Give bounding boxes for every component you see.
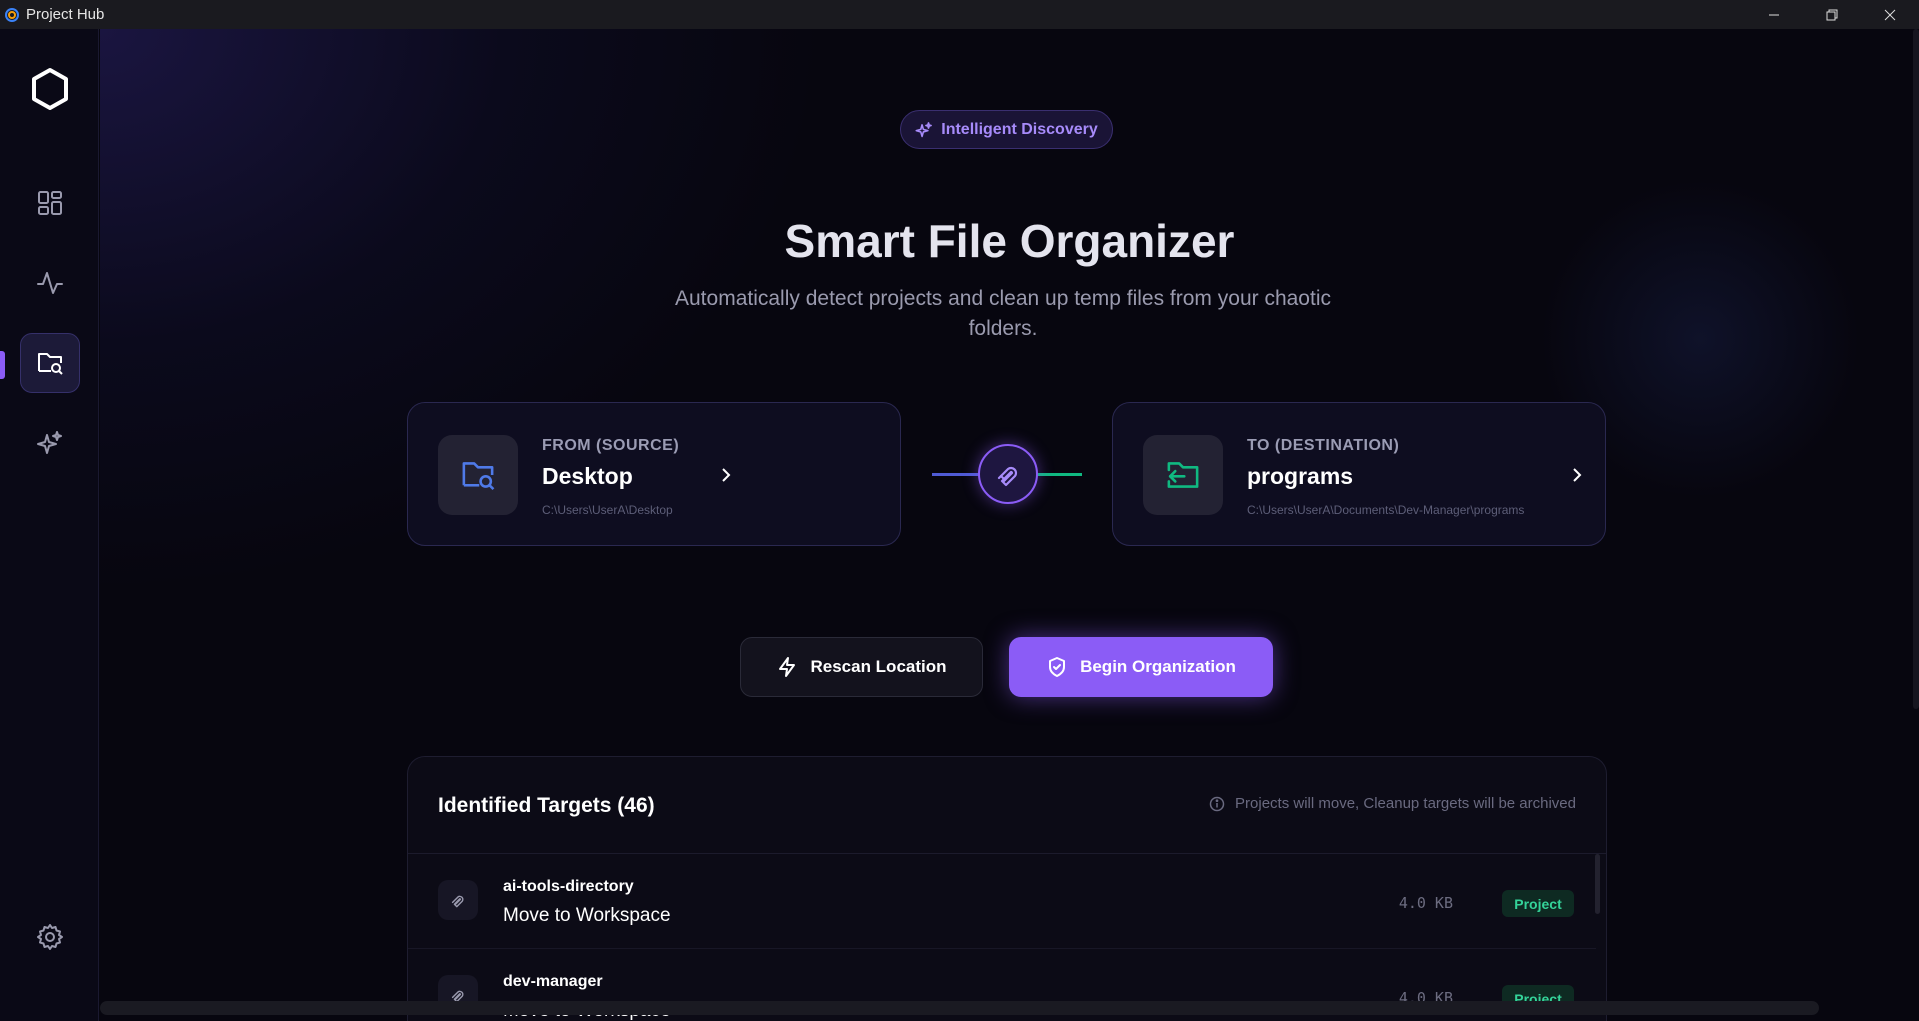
intelligent-discovery-badge: Intelligent Discovery	[900, 110, 1113, 149]
targets-note: Projects will move, Cleanup targets will…	[1209, 795, 1576, 812]
destination-folder-name: programs	[1247, 463, 1354, 489]
hexagon-logo-icon[interactable]	[30, 67, 70, 111]
page-title: Smart File Organizer	[784, 215, 1235, 267]
shield-check-icon	[1049, 657, 1066, 677]
restore-icon	[1826, 9, 1838, 20]
app-icon	[5, 7, 19, 22]
dashboard-grid-icon	[38, 191, 62, 215]
rescan-location-button[interactable]: Rescan Location	[740, 637, 983, 697]
activity-pulse-icon	[37, 272, 63, 294]
rescan-label: Rescan Location	[810, 657, 947, 676]
targets-list: ai-tools-directory Move to Workspace 4.0…	[408, 854, 1596, 1021]
destination-folder-card[interactable]: TO (DESTINATION) programs C:\Users\UserA…	[1112, 402, 1606, 546]
vertical-scrollbar[interactable]	[1913, 29, 1919, 709]
destination-label: TO (DESTINATION)	[1247, 437, 1400, 454]
item-name: ai-tools-directory	[503, 878, 634, 895]
info-icon	[1209, 796, 1225, 811]
magnet-icon-box	[438, 880, 478, 920]
item-action: Move to Workspace	[503, 905, 671, 926]
sidebar-item-dashboard[interactable]	[20, 173, 80, 233]
source-label: FROM (SOURCE)	[542, 437, 680, 454]
connector-line-left	[932, 473, 980, 476]
sidebar-item-settings[interactable]	[20, 907, 80, 967]
source-folder-path: C:\Users\UserA\Desktop	[542, 503, 673, 517]
item-name: dev-manager	[503, 973, 603, 990]
list-item[interactable]: ai-tools-directory Move to Workspace 4.0…	[408, 854, 1596, 949]
item-size: 4.0 KB	[1398, 894, 1453, 912]
magnet-icon	[997, 466, 1018, 487]
lightning-icon	[779, 657, 796, 677]
page-subtitle: Automatically detect projects and clean …	[675, 287, 1331, 340]
begin-label: Begin Organization	[1080, 657, 1236, 676]
sidebar-item-activity[interactable]	[20, 253, 80, 313]
destination-folder-path: C:\Users\UserA\Documents\Dev-Manager\pro…	[1247, 503, 1525, 517]
source-icon-box	[438, 435, 518, 515]
close-icon	[1884, 9, 1896, 20]
folder-search-icon	[38, 353, 63, 375]
horizontal-scrollbar[interactable]	[100, 1001, 1819, 1015]
sidebar	[0, 29, 99, 1021]
minimize-icon	[1769, 14, 1779, 15]
targets-note-text: Projects will move, Cleanup targets will…	[1235, 795, 1576, 812]
targets-title: Identified Targets (46)	[438, 794, 655, 817]
sidebar-item-organizer[interactable]	[20, 333, 80, 393]
folder-search-icon	[462, 462, 495, 491]
close-button[interactable]	[1861, 0, 1919, 29]
chevron-right-icon	[1573, 468, 1582, 482]
folder-input-icon	[1167, 462, 1199, 488]
restore-button[interactable]	[1803, 0, 1861, 29]
active-nav-indicator	[0, 351, 5, 379]
sparkles-icon	[915, 121, 933, 137]
destination-icon-box	[1143, 435, 1223, 515]
source-folder-name: Desktop	[542, 463, 633, 489]
minimize-button[interactable]	[1745, 0, 1803, 29]
badge-label: Intelligent Discovery	[941, 120, 1098, 138]
source-folder-card[interactable]: FROM (SOURCE) Desktop C:\Users\UserA\Des…	[407, 402, 901, 546]
identified-targets-panel: Identified Targets (46) Projects will mo…	[407, 756, 1607, 1021]
sparkles-icon	[37, 431, 62, 454]
project-tag: Project	[1502, 890, 1574, 917]
window-title: Project Hub	[26, 6, 105, 23]
settings-gear-icon	[37, 924, 63, 950]
magnet-icon	[451, 895, 464, 908]
main-content: Intelligent Discovery Smart File Organiz…	[100, 29, 1919, 1021]
sidebar-item-ai[interactable]	[20, 413, 80, 473]
magnet-connector	[978, 444, 1038, 504]
chevron-right-icon	[722, 468, 731, 482]
window-titlebar: Project Hub	[0, 0, 1919, 29]
begin-organization-button[interactable]: Begin Organization	[1009, 637, 1273, 697]
list-scrollbar[interactable]	[1595, 854, 1600, 914]
